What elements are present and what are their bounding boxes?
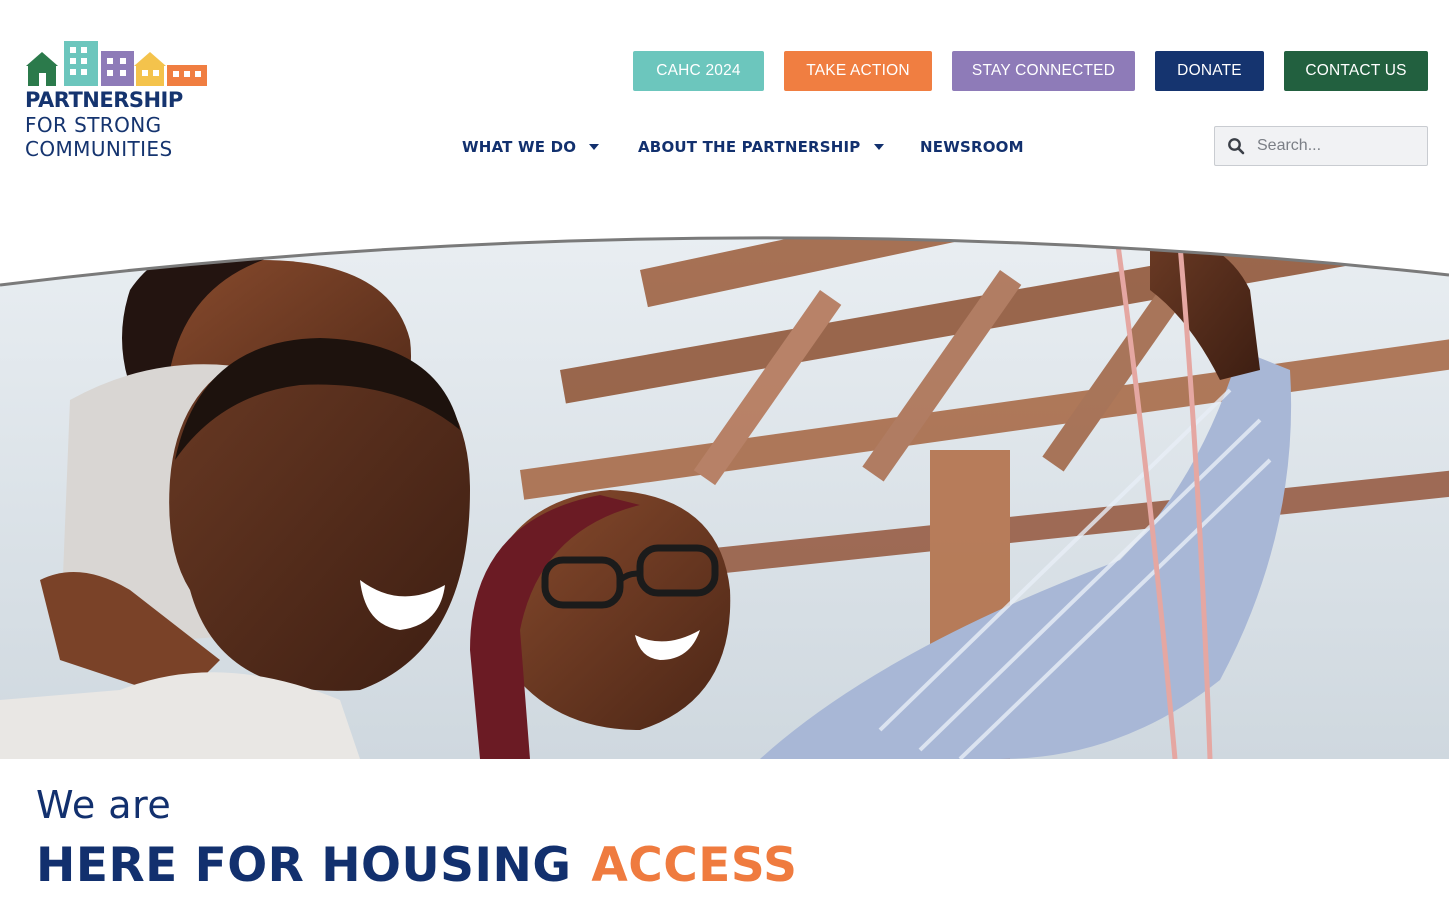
- headline-accent: ACCESS: [591, 838, 798, 893]
- site-logo[interactable]: PARTNERSHIP FOR STRONG COMMUNITIES: [24, 38, 214, 164]
- headline-tagline: HERE FOR HOUSING ACCESS: [36, 842, 797, 889]
- family-photo-illustration: [0, 236, 1449, 759]
- caret-down-icon: [589, 144, 600, 150]
- logo-line-2: FOR STRONG: [25, 113, 162, 137]
- stay-connected-button[interactable]: STAY CONNECTED: [952, 51, 1135, 91]
- nav-item-about-the-partnership[interactable]: ABOUT THE PARTNERSHIP: [638, 132, 884, 162]
- search-box[interactable]: [1214, 126, 1428, 166]
- logo-line-3: COMMUNITIES: [25, 137, 173, 161]
- hero-image: [0, 230, 1449, 759]
- donate-button[interactable]: DONATE: [1155, 51, 1264, 91]
- cahc-2024-button[interactable]: CAHC 2024: [633, 51, 764, 91]
- caret-down-icon: [873, 144, 884, 150]
- contact-us-button[interactable]: CONTACT US: [1284, 51, 1428, 91]
- nav-item-label: WHAT WE DO: [462, 138, 577, 156]
- headline-intro: We are: [36, 783, 172, 827]
- take-action-button[interactable]: TAKE ACTION: [784, 51, 932, 91]
- logo-wordmark: PARTNERSHIP FOR STRONG COMMUNITIES: [25, 88, 183, 161]
- headline-main: HERE FOR HOUSING: [36, 838, 572, 893]
- logo-line-1: PARTNERSHIP: [25, 88, 183, 112]
- nav-item-newsroom[interactable]: NEWSROOM: [920, 132, 1024, 162]
- houses-logo-icon: [26, 41, 207, 86]
- nav-item-label: ABOUT THE PARTNERSHIP: [638, 138, 861, 156]
- search-input[interactable]: [1257, 137, 1417, 155]
- search-icon[interactable]: [1227, 137, 1245, 155]
- nav-item-what-we-do[interactable]: WHAT WE DO: [462, 132, 600, 162]
- hero-headline: We are HERE FOR HOUSING ACCESS: [36, 786, 797, 889]
- nav-item-label: NEWSROOM: [920, 138, 1024, 156]
